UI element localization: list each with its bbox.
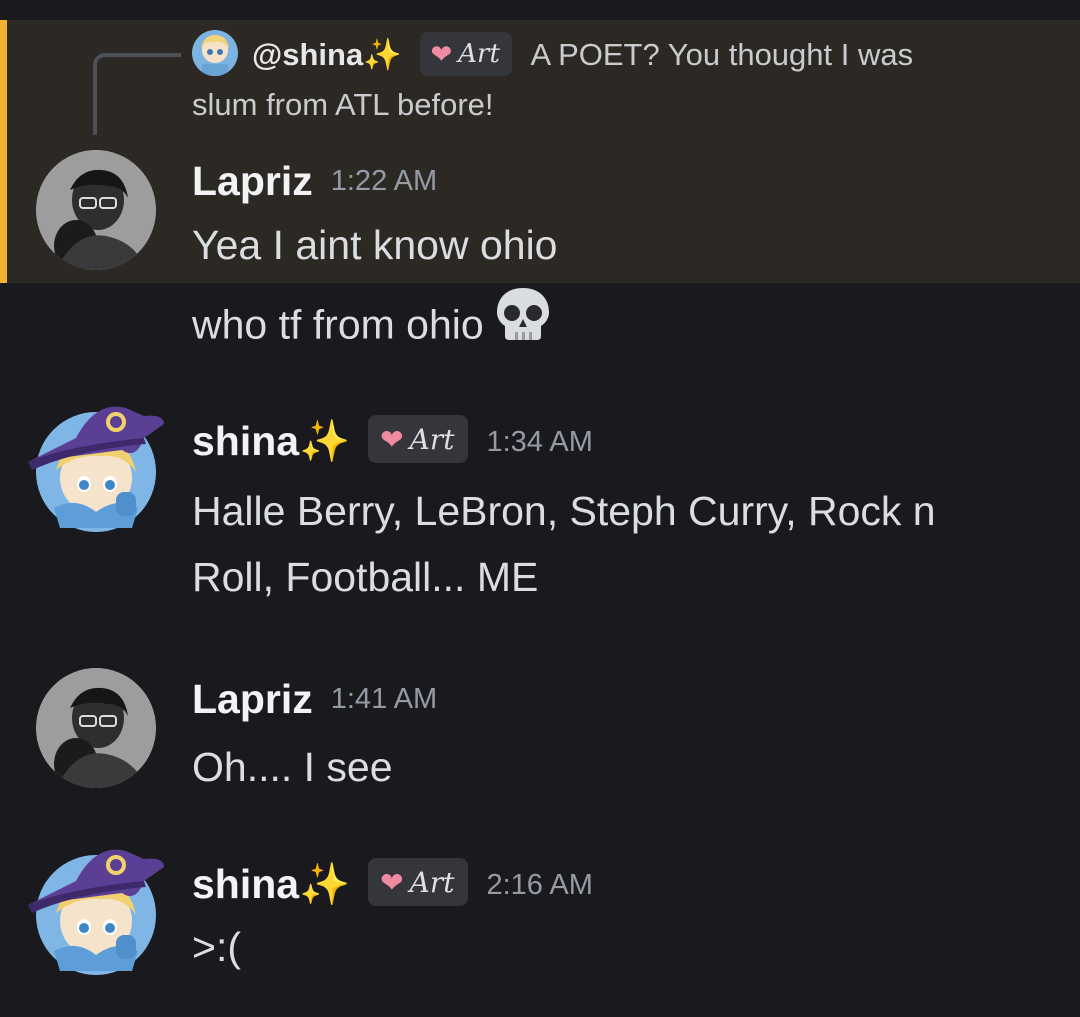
timestamp[interactable]: 1:41 AM	[331, 683, 437, 716]
avatar[interactable]	[36, 150, 156, 270]
reply-spine	[93, 53, 181, 135]
message-line: >:(	[192, 924, 241, 970]
message-line: Yea I aint know ohio	[192, 222, 558, 268]
author-name[interactable]: shina✨	[192, 418, 350, 466]
heart-icon: ❤	[430, 38, 453, 69]
mention-highlight-bar	[0, 20, 7, 283]
skull-icon	[494, 286, 552, 361]
message-text-continuation: who tf from ohio	[192, 288, 1062, 365]
message-header: Lapriz 1:22 AM	[192, 158, 437, 205]
message-header: shina✨ ❤ Art 2:16 AM	[192, 858, 593, 909]
message-line: who tf from ohio	[192, 301, 484, 348]
sparkles-icon: ✨	[299, 861, 351, 907]
timestamp[interactable]: 2:16 AM	[486, 869, 592, 902]
reply-preview[interactable]: @shina✨ ❤ Art A POET? You thought I was s…	[192, 29, 1052, 130]
message-line: Oh.... I see	[192, 744, 393, 790]
reply-avatar[interactable]	[192, 29, 238, 76]
role-badge[interactable]: ❤ Art	[368, 858, 469, 906]
timestamp[interactable]: 1:22 AM	[331, 165, 437, 198]
reply-text-line1: A POET? You thought I was	[530, 37, 914, 72]
role-badge-label: Art	[409, 422, 455, 456]
message-text: Halle Berry, LeBron, Steph Curry, Rock n…	[192, 478, 1062, 610]
message-line: Roll, Football... ME	[192, 554, 539, 600]
message-header: shina✨ ❤ Art 1:34 AM	[192, 415, 593, 466]
message-header: Lapriz 1:41 AM	[192, 676, 437, 723]
role-badge-label: Art	[409, 865, 455, 899]
reply-text-line2: slum from ATL before!	[192, 87, 494, 122]
heart-icon: ❤	[380, 866, 404, 898]
role-badge[interactable]: ❤ Art	[420, 31, 512, 76]
author-name[interactable]: shina✨	[192, 861, 350, 909]
avatar[interactable]	[26, 400, 166, 535]
top-strip	[0, 0, 1080, 20]
avatar[interactable]	[36, 668, 156, 788]
message-text: Yea I aint know ohio	[192, 212, 1062, 278]
sparkles-icon: ✨	[299, 418, 351, 464]
reply-mention[interactable]: @shina✨	[252, 37, 402, 72]
heart-icon: ❤	[380, 423, 404, 455]
message-line: Halle Berry, LeBron, Steph Curry, Rock n	[192, 488, 936, 534]
message-text: >:(	[192, 914, 1062, 980]
timestamp[interactable]: 1:34 AM	[486, 426, 592, 459]
message-text: Oh.... I see	[192, 734, 1062, 800]
avatar[interactable]	[26, 843, 166, 978]
author-name[interactable]: Lapriz	[192, 676, 313, 723]
role-badge[interactable]: ❤ Art	[368, 415, 469, 463]
sparkles-icon: ✨	[363, 37, 402, 72]
role-badge-label: Art	[458, 38, 500, 69]
author-name[interactable]: Lapriz	[192, 158, 313, 205]
